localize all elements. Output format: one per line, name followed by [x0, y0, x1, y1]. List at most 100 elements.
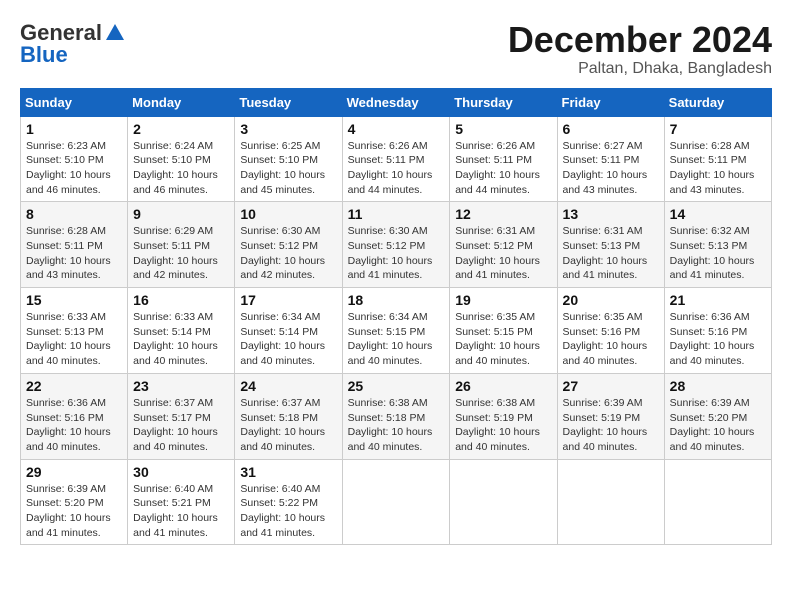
calendar-cell: 20Sunrise: 6:35 AMSunset: 5:16 PMDayligh… — [557, 288, 664, 374]
logo-icon — [104, 22, 126, 44]
day-info: Sunrise: 6:40 AMSunset: 5:22 PMDaylight:… — [240, 482, 336, 541]
day-info: Sunrise: 6:30 AMSunset: 5:12 PMDaylight:… — [348, 224, 445, 283]
day-number: 30 — [133, 464, 229, 480]
calendar-cell: 31Sunrise: 6:40 AMSunset: 5:22 PMDayligh… — [235, 459, 342, 545]
calendar-cell: 7 Sunrise: 6:28 AMSunset: 5:11 PMDaylight… — [664, 116, 771, 202]
calendar-week-3: 15 Sunrise: 6:33 AMSunset: 5:13 PMDayligh… — [21, 288, 772, 374]
calendar-cell: 16 Sunrise: 6:33 AMSunset: 5:14 PMDayligh… — [128, 288, 235, 374]
calendar-cell: 23 Sunrise: 6:37 AMSunset: 5:17 PMDayligh… — [128, 373, 235, 459]
day-number: 24 — [240, 378, 336, 394]
weekday-header-tuesday: Tuesday — [235, 88, 342, 116]
day-number: 16 — [133, 292, 229, 308]
day-number: 25 — [348, 378, 445, 394]
calendar-cell: 14Sunrise: 6:32 AMSunset: 5:13 PMDayligh… — [664, 202, 771, 288]
day-number: 15 — [26, 292, 122, 308]
calendar-cell: 22Sunrise: 6:36 AMSunset: 5:16 PMDayligh… — [21, 373, 128, 459]
title-block: December 2024 Paltan, Dhaka, Bangladesh — [508, 20, 772, 78]
day-info: Sunrise: 6:34 AMSunset: 5:15 PMDaylight:… — [348, 310, 445, 369]
day-number: 19 — [455, 292, 551, 308]
day-number: 18 — [348, 292, 445, 308]
calendar-week-2: 8 Sunrise: 6:28 AMSunset: 5:11 PMDaylight… — [21, 202, 772, 288]
logo: General Blue — [20, 20, 126, 68]
weekday-header-monday: Monday — [128, 88, 235, 116]
calendar-cell: 21Sunrise: 6:36 AMSunset: 5:16 PMDayligh… — [664, 288, 771, 374]
calendar-cell: 19 Sunrise: 6:35 AMSunset: 5:15 PMDayligh… — [450, 288, 557, 374]
day-number: 3 — [240, 121, 336, 137]
calendar-cell: 4 Sunrise: 6:26 AMSunset: 5:11 PMDaylight… — [342, 116, 450, 202]
calendar-cell: 29 Sunrise: 6:39 AMSunset: 5:20 PMDayligh… — [21, 459, 128, 545]
weekday-header-wednesday: Wednesday — [342, 88, 450, 116]
day-info: Sunrise: 6:25 AMSunset: 5:10 PMDaylight:… — [240, 139, 336, 198]
day-number: 1 — [26, 121, 122, 137]
day-number: 28 — [670, 378, 766, 394]
day-info: Sunrise: 6:26 AMSunset: 5:11 PMDaylight:… — [348, 139, 445, 198]
day-number: 4 — [348, 121, 445, 137]
day-number: 27 — [563, 378, 659, 394]
calendar-week-1: 1 Sunrise: 6:23 AMSunset: 5:10 PMDaylight… — [21, 116, 772, 202]
day-info: Sunrise: 6:39 AMSunset: 5:20 PMDaylight:… — [26, 482, 122, 541]
calendar-cell: 13 Sunrise: 6:31 AMSunset: 5:13 PMDayligh… — [557, 202, 664, 288]
day-info: Sunrise: 6:35 AMSunset: 5:16 PMDaylight:… — [563, 310, 659, 369]
day-info: Sunrise: 6:31 AMSunset: 5:12 PMDaylight:… — [455, 224, 551, 283]
calendar-cell: 8 Sunrise: 6:28 AMSunset: 5:11 PMDaylight… — [21, 202, 128, 288]
calendar-cell: 25 Sunrise: 6:38 AMSunset: 5:18 PMDayligh… — [342, 373, 450, 459]
day-number: 7 — [670, 121, 766, 137]
location: Paltan, Dhaka, Bangladesh — [508, 60, 772, 78]
day-info: Sunrise: 6:24 AMSunset: 5:10 PMDaylight:… — [133, 139, 229, 198]
day-info: Sunrise: 6:38 AMSunset: 5:18 PMDaylight:… — [348, 396, 445, 455]
calendar-cell: 3 Sunrise: 6:25 AMSunset: 5:10 PMDaylight… — [235, 116, 342, 202]
weekday-header-row: SundayMondayTuesdayWednesdayThursdayFrid… — [21, 88, 772, 116]
logo-blue: Blue — [20, 42, 68, 68]
calendar-cell: 18 Sunrise: 6:34 AMSunset: 5:15 PMDayligh… — [342, 288, 450, 374]
day-info: Sunrise: 6:30 AMSunset: 5:12 PMDaylight:… — [240, 224, 336, 283]
day-info: Sunrise: 6:32 AMSunset: 5:13 PMDaylight:… — [670, 224, 766, 283]
day-info: Sunrise: 6:31 AMSunset: 5:13 PMDaylight:… — [563, 224, 659, 283]
day-number: 26 — [455, 378, 551, 394]
calendar-cell: 30 Sunrise: 6:40 AMSunset: 5:21 PMDayligh… — [128, 459, 235, 545]
calendar-cell: 27 Sunrise: 6:39 AMSunset: 5:19 PMDayligh… — [557, 373, 664, 459]
day-number: 6 — [563, 121, 659, 137]
day-info: Sunrise: 6:28 AMSunset: 5:11 PMDaylight:… — [26, 224, 122, 283]
day-number: 5 — [455, 121, 551, 137]
calendar-cell: 11Sunrise: 6:30 AMSunset: 5:12 PMDayligh… — [342, 202, 450, 288]
calendar-cell — [450, 459, 557, 545]
day-number: 13 — [563, 206, 659, 222]
day-number: 8 — [26, 206, 122, 222]
day-info: Sunrise: 6:34 AMSunset: 5:14 PMDaylight:… — [240, 310, 336, 369]
day-number: 12 — [455, 206, 551, 222]
day-number: 9 — [133, 206, 229, 222]
calendar-cell: 17Sunrise: 6:34 AMSunset: 5:14 PMDayligh… — [235, 288, 342, 374]
day-info: Sunrise: 6:40 AMSunset: 5:21 PMDaylight:… — [133, 482, 229, 541]
day-info: Sunrise: 6:37 AMSunset: 5:18 PMDaylight:… — [240, 396, 336, 455]
calendar-cell: 2 Sunrise: 6:24 AMSunset: 5:10 PMDaylight… — [128, 116, 235, 202]
weekday-header-saturday: Saturday — [664, 88, 771, 116]
day-info: Sunrise: 6:35 AMSunset: 5:15 PMDaylight:… — [455, 310, 551, 369]
weekday-header-sunday: Sunday — [21, 88, 128, 116]
day-info: Sunrise: 6:33 AMSunset: 5:13 PMDaylight:… — [26, 310, 122, 369]
day-info: Sunrise: 6:37 AMSunset: 5:17 PMDaylight:… — [133, 396, 229, 455]
day-info: Sunrise: 6:33 AMSunset: 5:14 PMDaylight:… — [133, 310, 229, 369]
day-info: Sunrise: 6:38 AMSunset: 5:19 PMDaylight:… — [455, 396, 551, 455]
day-info: Sunrise: 6:27 AMSunset: 5:11 PMDaylight:… — [563, 139, 659, 198]
day-info: Sunrise: 6:36 AMSunset: 5:16 PMDaylight:… — [26, 396, 122, 455]
calendar-cell: 1 Sunrise: 6:23 AMSunset: 5:10 PMDaylight… — [21, 116, 128, 202]
day-info: Sunrise: 6:26 AMSunset: 5:11 PMDaylight:… — [455, 139, 551, 198]
weekday-header-friday: Friday — [557, 88, 664, 116]
month-title: December 2024 — [508, 20, 772, 60]
calendar-week-5: 29 Sunrise: 6:39 AMSunset: 5:20 PMDayligh… — [21, 459, 772, 545]
day-number: 29 — [26, 464, 122, 480]
weekday-header-thursday: Thursday — [450, 88, 557, 116]
calendar-cell: 9Sunrise: 6:29 AMSunset: 5:11 PMDaylight… — [128, 202, 235, 288]
day-info: Sunrise: 6:36 AMSunset: 5:16 PMDaylight:… — [670, 310, 766, 369]
day-number: 23 — [133, 378, 229, 394]
calendar-week-4: 22Sunrise: 6:36 AMSunset: 5:16 PMDayligh… — [21, 373, 772, 459]
calendar-cell: 12 Sunrise: 6:31 AMSunset: 5:12 PMDayligh… — [450, 202, 557, 288]
day-info: Sunrise: 6:23 AMSunset: 5:10 PMDaylight:… — [26, 139, 122, 198]
calendar-table: SundayMondayTuesdayWednesdayThursdayFrid… — [20, 88, 772, 546]
calendar-cell: 15 Sunrise: 6:33 AMSunset: 5:13 PMDayligh… — [21, 288, 128, 374]
calendar-cell: 6 Sunrise: 6:27 AMSunset: 5:11 PMDaylight… — [557, 116, 664, 202]
day-info: Sunrise: 6:28 AMSunset: 5:11 PMDaylight:… — [670, 139, 766, 198]
day-number: 2 — [133, 121, 229, 137]
day-info: Sunrise: 6:39 AMSunset: 5:19 PMDaylight:… — [563, 396, 659, 455]
calendar-cell: 24 Sunrise: 6:37 AMSunset: 5:18 PMDayligh… — [235, 373, 342, 459]
